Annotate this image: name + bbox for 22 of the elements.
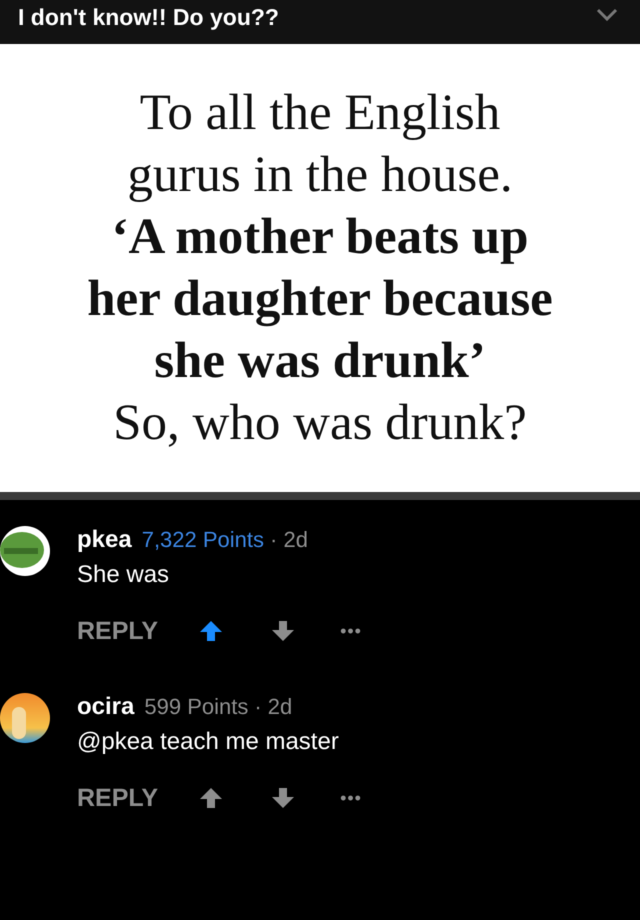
- chevron-down-icon[interactable]: [596, 8, 618, 22]
- reply-button[interactable]: REPLY: [77, 783, 158, 813]
- points-count: 599 Points: [144, 693, 248, 721]
- image-text-line: gurus in the house.: [127, 146, 513, 205]
- image-text-line: To all the English: [140, 84, 500, 143]
- image-text-line: ‘A mother beats up: [112, 208, 528, 267]
- more-options-button[interactable]: •••: [340, 620, 362, 642]
- avatar[interactable]: [0, 526, 50, 576]
- post-title: I don't know!! Do you??: [18, 4, 279, 30]
- more-options-button[interactable]: •••: [340, 788, 362, 808]
- image-text-line: she was drunk’: [154, 332, 486, 391]
- comment-text: @pkea teach me master: [77, 727, 340, 757]
- comment-text: She was: [77, 560, 170, 590]
- username[interactable]: pkea: [77, 526, 132, 554]
- image-text-line: So, who was drunk?: [113, 394, 527, 453]
- points-count: 7,322 Points: [142, 526, 264, 554]
- comment-time: · 2d: [270, 526, 308, 554]
- reply-button[interactable]: REPLY: [77, 616, 158, 646]
- comment-time: · 2d: [254, 693, 292, 721]
- image-text-line: her daughter because: [87, 270, 553, 329]
- username[interactable]: ocira: [77, 693, 134, 721]
- avatar[interactable]: [0, 693, 50, 743]
